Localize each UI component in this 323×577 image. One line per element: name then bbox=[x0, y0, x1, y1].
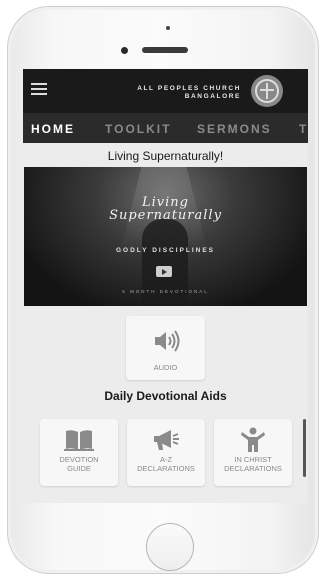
in-christ-line1: IN CHRIST bbox=[234, 455, 272, 464]
devotional-banner[interactable]: Living Supernaturally GODLY DISCIPLINES … bbox=[24, 167, 307, 306]
hamburger-menu-icon[interactable] bbox=[31, 83, 47, 95]
in-christ-line2: DECLARATIONS bbox=[224, 464, 282, 473]
banner-subtitle: GODLY DISCIPLINES bbox=[115, 247, 216, 254]
home-button[interactable] bbox=[146, 523, 194, 571]
tab-more[interactable]: T bbox=[299, 122, 308, 136]
tab-toolkit[interactable]: TOOLKIT bbox=[105, 122, 171, 136]
az-declarations-line1: A-Z bbox=[159, 455, 173, 464]
devotion-guide-line2: GUIDE bbox=[67, 464, 91, 473]
app-screen: ALL PEOPLES CHURCH BANGALORE HOME TOOLKI… bbox=[23, 69, 308, 503]
az-declarations-line2: DECLARATIONS bbox=[137, 464, 195, 473]
az-declarations-button[interactable]: A-Z DECLARATIONS bbox=[127, 419, 205, 486]
speaker-icon bbox=[155, 330, 180, 352]
play-icon[interactable] bbox=[156, 266, 172, 277]
top-dot bbox=[166, 26, 170, 30]
devotion-guide-line1: DEVOTION bbox=[59, 455, 99, 464]
banner-footer: 6 MONTH DEVOTIONAL bbox=[122, 289, 209, 294]
tab-bar: HOME TOOLKIT SERMONS T bbox=[23, 113, 308, 143]
church-name-line1: ALL PEOPLES CHURCH bbox=[137, 85, 241, 92]
devotion-guide-button[interactable]: DEVOTION GUIDE bbox=[40, 419, 118, 486]
audio-button[interactable]: AUDIO bbox=[126, 316, 205, 380]
megaphone-icon bbox=[154, 430, 179, 450]
church-name: ALL PEOPLES CHURCH BANGALORE bbox=[91, 85, 241, 101]
book-icon bbox=[64, 430, 94, 451]
tab-home[interactable]: HOME bbox=[31, 122, 75, 136]
app-header: ALL PEOPLES CHURCH BANGALORE bbox=[23, 69, 308, 113]
person-icon bbox=[241, 427, 265, 452]
earpiece-speaker bbox=[142, 47, 188, 53]
in-christ-declarations-button[interactable]: IN CHRIST DECLARATIONS bbox=[214, 419, 292, 486]
page-title: Living Supernaturally! bbox=[107, 149, 224, 163]
audio-label: AUDIO bbox=[153, 363, 178, 372]
section-title: Daily Devotional Aids bbox=[104, 389, 227, 403]
church-name-line2: BANGALORE bbox=[184, 93, 241, 100]
scrollbar[interactable] bbox=[303, 419, 306, 477]
church-logo-icon bbox=[251, 75, 283, 107]
tab-sermons[interactable]: SERMONS bbox=[197, 122, 272, 136]
banner-title-line2: Supernaturally bbox=[109, 208, 222, 223]
front-camera bbox=[121, 47, 128, 54]
